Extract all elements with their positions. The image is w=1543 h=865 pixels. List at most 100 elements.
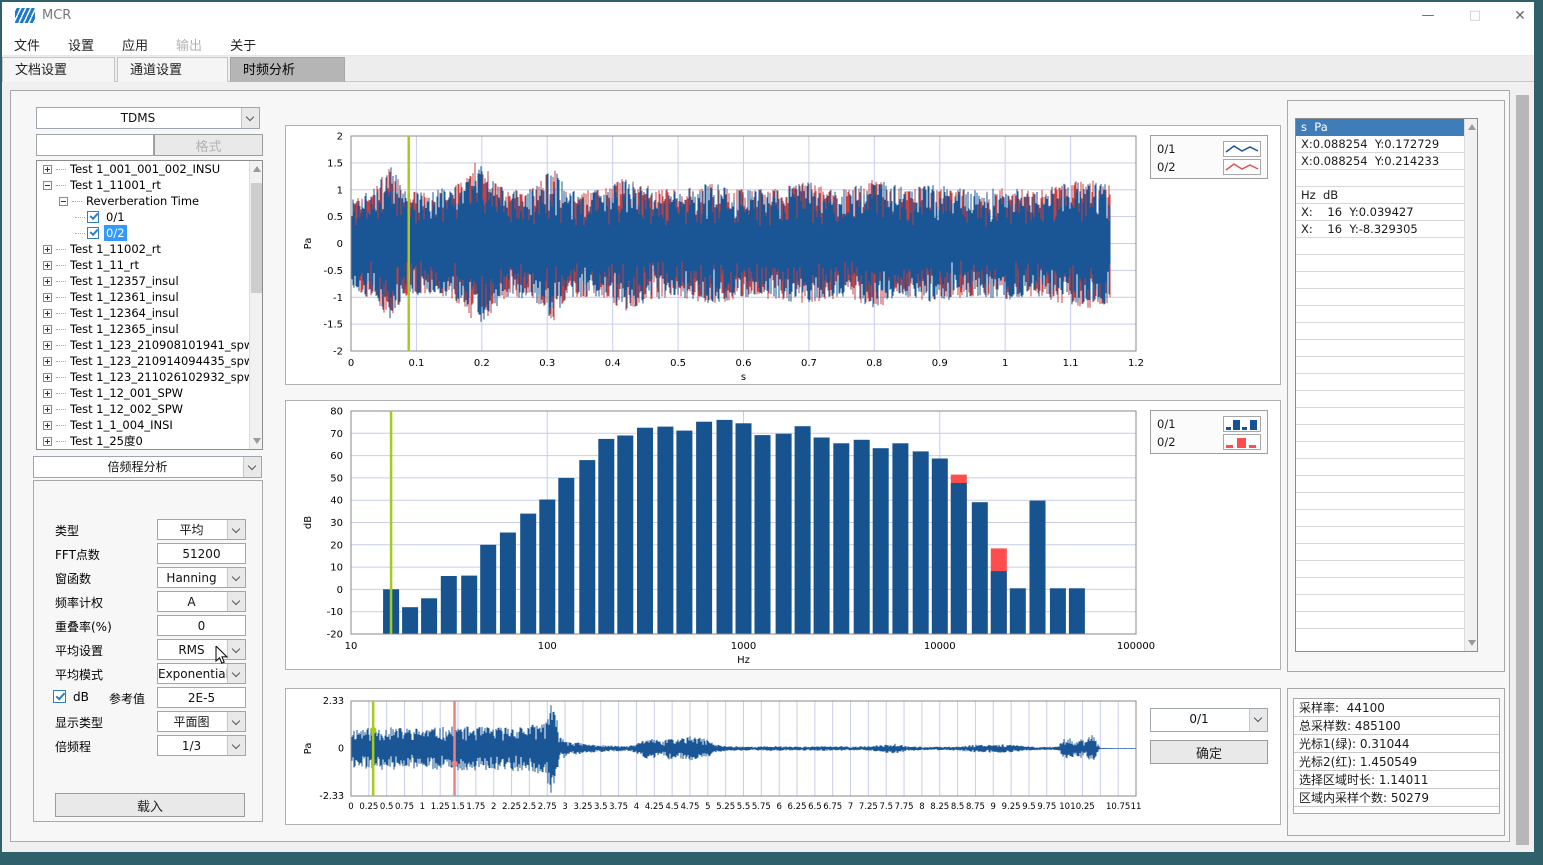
scroll-down-icon[interactable] [1468,640,1476,646]
expand-icon[interactable] [43,277,52,286]
channel-select[interactable]: 0/1 [1150,708,1268,732]
time-waveform-chart[interactable]: 00.10.20.30.40.50.60.70.80.911.11.221.51… [285,125,1281,385]
readout-row[interactable] [1296,595,1465,612]
readout-row[interactable] [1296,510,1465,527]
readout-row[interactable] [1296,323,1465,340]
tree-item[interactable]: Test 1_11001_rt [37,177,262,193]
content-scrollbar[interactable] [1516,95,1529,845]
readout-row[interactable]: X: 16 Y:-8.329305 [1296,221,1465,238]
load-button[interactable]: 载入 [55,793,245,817]
readout-row[interactable] [1296,493,1465,510]
form-select-频率计权[interactable]: A [157,591,246,612]
expand-icon[interactable] [43,261,52,270]
filter-input[interactable] [36,134,154,156]
form-input-FFT点数[interactable] [157,543,246,564]
expand-icon[interactable] [43,421,52,430]
collapse-icon[interactable] [59,197,68,206]
tree-item[interactable]: Test 1_1_004_INSI [37,417,262,433]
readout-row[interactable] [1296,527,1465,544]
tree-item[interactable]: Test 1_25度0 [37,433,262,449]
form-select-平均设置[interactable]: RMS [157,639,246,660]
expand-icon[interactable] [43,405,52,414]
tree-item[interactable]: Reverberation Time [37,193,262,209]
file-format-select[interactable]: TDMS [36,107,260,129]
tab-时频分析[interactable]: 时频分析 [230,57,345,82]
readout-row[interactable] [1296,425,1465,442]
tree-checkbox[interactable] [87,211,99,223]
tree-item[interactable]: Test 1_11_rt [37,257,262,273]
octave-spectrum-chart[interactable]: 1010010001000010000080706050403020100-10… [285,400,1281,670]
tree-item[interactable]: 0/1 [37,209,262,225]
readout-row[interactable]: X: 16 Y:0.039427 [1296,204,1465,221]
menu-item-应用[interactable]: 应用 [108,32,162,57]
readout-row[interactable] [1296,578,1465,595]
menu-item-文件[interactable]: 文件 [0,32,54,57]
readout-row[interactable] [1296,340,1465,357]
tab-通道设置[interactable]: 通道设置 [117,57,228,82]
chevron-down-icon[interactable] [227,712,245,731]
readout-row[interactable] [1296,391,1465,408]
tree-item[interactable]: Test 1_001_001_002_INSU [37,161,262,177]
chevron-down-icon[interactable] [227,736,245,755]
tree-item[interactable]: Test 1_12_001_SPW [37,385,262,401]
expand-icon[interactable] [43,293,52,302]
full-record-chart[interactable]: 00.250.50.7511.251.51.7522.252.52.7533.2… [285,688,1281,825]
readout-row[interactable]: X:0.088254 Y:0.172729 [1296,136,1465,153]
menu-item-设置[interactable]: 设置 [54,32,108,57]
cursor2-red-marker[interactable] [451,761,457,767]
expand-icon[interactable] [43,245,52,254]
readout-scrollbar[interactable] [1464,119,1477,651]
expand-icon[interactable] [43,357,52,366]
menu-item-关于[interactable]: 关于 [216,32,270,57]
readout-row[interactable] [1296,272,1465,289]
expand-icon[interactable] [43,325,52,334]
tree-checkbox[interactable] [87,227,99,239]
db-checkbox[interactable] [53,690,66,703]
form-select-显示类型[interactable]: 平面图 [157,711,246,732]
tree-item[interactable]: 0/2 [37,225,262,241]
readout-row[interactable] [1296,612,1465,629]
chevron-down-icon[interactable] [241,108,259,128]
readout-row[interactable] [1296,238,1465,255]
form-select-倍频程[interactable]: 1/3 [157,735,246,756]
tree-item[interactable]: Test 1_123_211026102932_spw [37,369,262,385]
readout-row[interactable] [1296,459,1465,476]
collapse-icon[interactable] [43,181,52,190]
readout-row[interactable] [1296,170,1465,187]
readout-row[interactable] [1296,408,1465,425]
readout-row[interactable]: Hz dB [1296,187,1465,204]
tree-scrollbar[interactable] [249,161,262,449]
tree-item[interactable]: Test 1_12364_insul [37,305,262,321]
tree-item[interactable]: Test 1_12357_insul [37,273,262,289]
readout-row[interactable]: s Pa [1296,119,1465,136]
chevron-down-icon[interactable] [227,520,245,539]
readout-row[interactable] [1296,442,1465,459]
form-select-类型[interactable]: 平均 [157,519,246,540]
tree-item[interactable]: Test 1_123_210908101941_spw [37,337,262,353]
confirm-button[interactable]: 确定 [1150,740,1268,764]
chevron-down-icon[interactable] [227,664,245,683]
scroll-down-icon[interactable] [253,438,261,444]
maximize-button[interactable]: □ [1455,4,1495,28]
expand-icon[interactable] [43,341,52,350]
expand-icon[interactable] [43,389,52,398]
readout-row[interactable] [1296,289,1465,306]
readout-row[interactable] [1296,476,1465,493]
form-select-窗函数[interactable]: Hanning [157,567,246,588]
tab-文档设置[interactable]: 文档设置 [2,57,115,82]
readout-row[interactable] [1296,544,1465,561]
chevron-down-icon[interactable] [243,457,261,477]
minimize-button[interactable]: — [1408,4,1448,28]
tree-item[interactable]: Test 1_12_002_SPW [37,401,262,417]
readout-row[interactable] [1296,306,1465,323]
expand-icon[interactable] [43,437,52,446]
chevron-down-icon[interactable] [227,640,245,659]
analysis-type-select[interactable]: 倍频程分析 [33,456,262,478]
readout-row[interactable] [1296,561,1465,578]
readout-row[interactable] [1296,357,1465,374]
cursor1-green-marker[interactable] [370,727,376,733]
form-input-dB[interactable] [157,687,246,708]
tree-scroll-thumb[interactable] [251,183,262,293]
readout-row[interactable] [1296,255,1465,272]
expand-icon[interactable] [43,309,52,318]
